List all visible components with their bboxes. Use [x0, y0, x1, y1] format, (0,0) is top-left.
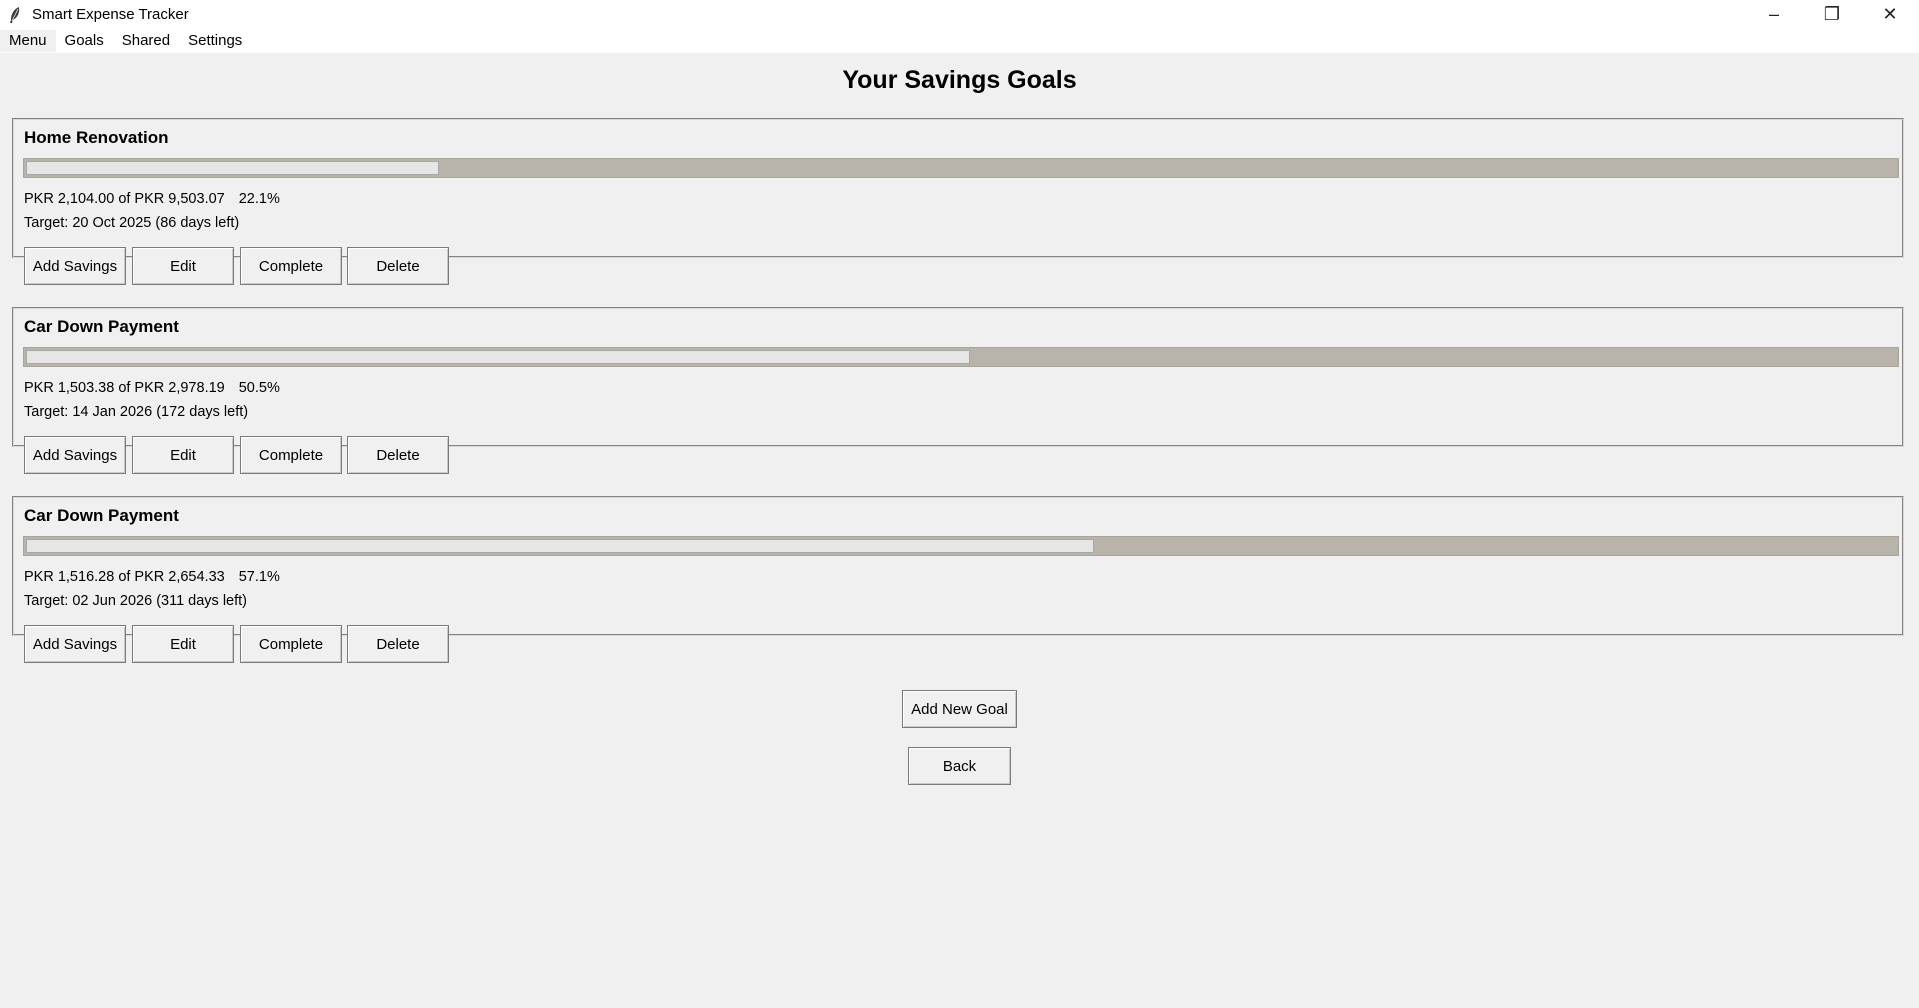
- goal-percent: 22.1%: [238, 191, 280, 207]
- goal-amount-line: PKR 1,516.28 of PKR 2,654.33 57.1%: [24, 569, 280, 585]
- goal-name: Car Down Payment: [24, 506, 179, 525]
- goal-percent: 50.5%: [238, 380, 280, 396]
- delete-button[interactable]: Delete: [347, 247, 449, 285]
- edit-button[interactable]: Edit: [132, 436, 234, 474]
- goal-percent: 57.1%: [238, 569, 280, 585]
- goal-name: Car Down Payment: [24, 317, 179, 336]
- goal-progress-fill: [26, 161, 439, 175]
- goal-card: Home Renovation PKR 2,104.00 of PKR 9,50…: [12, 118, 1904, 285]
- menu-item-shared[interactable]: Shared: [113, 30, 179, 52]
- add-savings-button[interactable]: Add Savings: [24, 247, 126, 285]
- feather-app-icon: [6, 6, 24, 24]
- goal-progress-bar: [23, 158, 1899, 178]
- complete-button[interactable]: Complete: [240, 436, 342, 474]
- back-button[interactable]: Back: [908, 747, 1011, 785]
- goal-progress-fill: [26, 350, 970, 364]
- delete-button[interactable]: Delete: [347, 436, 449, 474]
- page-title: Your Savings Goals: [842, 66, 1077, 94]
- goal-progress-fill: [26, 539, 1094, 553]
- window-title: Smart Expense Tracker: [32, 6, 189, 23]
- goal-amount: PKR 1,516.28 of PKR 2,654.33: [24, 569, 225, 585]
- goal-card: Car Down Payment PKR 1,503.38 of PKR 2,9…: [12, 307, 1904, 474]
- edit-button[interactable]: Edit: [132, 247, 234, 285]
- delete-button[interactable]: Delete: [347, 625, 449, 663]
- complete-button[interactable]: Complete: [240, 625, 342, 663]
- goal-card: Car Down Payment PKR 1,516.28 of PKR 2,6…: [12, 496, 1904, 663]
- goal-progress-bar: [23, 536, 1899, 556]
- goal-amount: PKR 1,503.38 of PKR 2,978.19: [24, 380, 225, 396]
- add-new-goal-button[interactable]: Add New Goal: [902, 690, 1017, 728]
- goal-target: Target: 14 Jan 2026 (172 days left): [24, 404, 249, 420]
- goal-amount-line: PKR 1,503.38 of PKR 2,978.19 50.5%: [24, 380, 280, 396]
- goal-target: Target: 02 Jun 2026 (311 days left): [24, 593, 248, 609]
- restore-button[interactable]: ❐: [1803, 0, 1861, 29]
- complete-button[interactable]: Complete: [240, 247, 342, 285]
- goal-amount: PKR 2,104.00 of PKR 9,503.07: [24, 191, 225, 207]
- close-button[interactable]: ✕: [1861, 0, 1919, 29]
- edit-button[interactable]: Edit: [132, 625, 234, 663]
- window-titlebar: Smart Expense Tracker – ❐ ✕: [0, 0, 1919, 29]
- goal-progress-bar: [23, 347, 1899, 367]
- goal-name: Home Renovation: [24, 128, 169, 147]
- menubar: Menu Goals Shared Settings: [0, 29, 1919, 53]
- menu-item-settings[interactable]: Settings: [179, 30, 251, 52]
- menu-item-goals[interactable]: Goals: [56, 30, 113, 52]
- goal-target: Target: 20 Oct 2025 (86 days left): [24, 215, 240, 231]
- goal-amount-line: PKR 2,104.00 of PKR 9,503.07 22.1%: [24, 191, 280, 207]
- add-savings-button[interactable]: Add Savings: [24, 436, 126, 474]
- minimize-button[interactable]: –: [1745, 0, 1803, 29]
- menu-item-menu[interactable]: Menu: [0, 30, 56, 52]
- add-savings-button[interactable]: Add Savings: [24, 625, 126, 663]
